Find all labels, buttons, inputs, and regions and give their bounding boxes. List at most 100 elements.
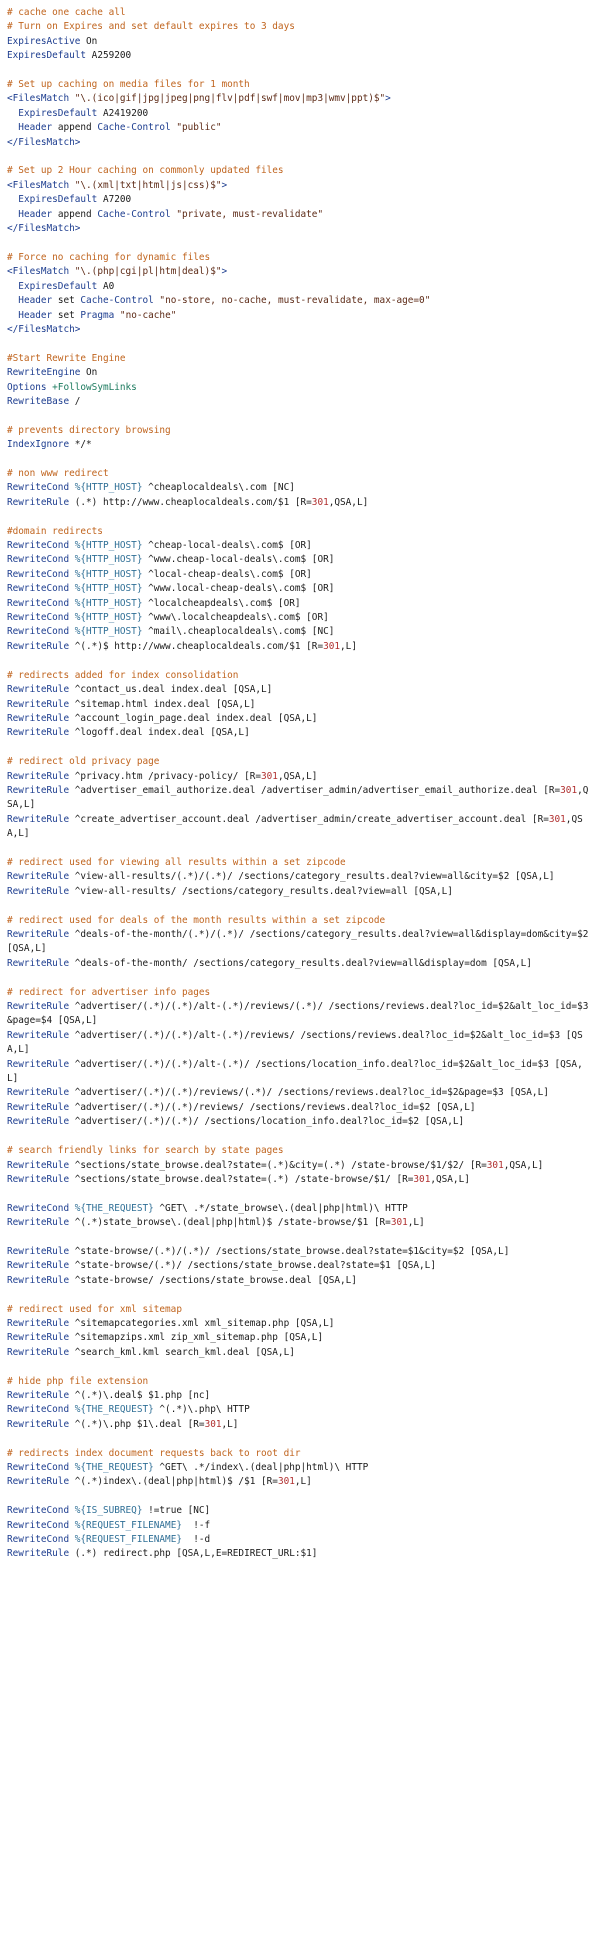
code-token: 301 bbox=[560, 784, 578, 796]
code-token: # redirect for advertiser info pages bbox=[7, 986, 211, 998]
code-token: ^sections/state_browse.deal?state=(.*) /… bbox=[69, 1173, 414, 1185]
code-token: RewriteRule bbox=[7, 770, 70, 782]
code-line: #Start Rewrite Engine bbox=[7, 352, 593, 366]
code-token: ^(.*)\.php\ HTTP bbox=[153, 1404, 250, 1416]
code-token: "\.(php|cgi|pl|htm|deal)$" bbox=[69, 266, 222, 278]
code-token: RewriteRule bbox=[7, 1116, 70, 1128]
code-token: ^state-browse/(.*)/(.*)/ /sections/state… bbox=[69, 1245, 510, 1257]
code-line: </FilesMatch> bbox=[7, 222, 593, 236]
code-line: RewriteRule ^logoff.deal index.deal [QSA… bbox=[7, 726, 593, 740]
code-token: ExpiresActive bbox=[7, 35, 81, 47]
code-token: RewriteCond bbox=[7, 597, 70, 609]
code-token: RewriteCond bbox=[7, 583, 70, 595]
code-token: ^www.cheap-local-deals\.com$ [OR] bbox=[142, 554, 335, 566]
code-line: RewriteRule ^view-all-results/(.*)/(.*)/… bbox=[7, 870, 593, 884]
code-line: RewriteRule ^sections/state_browse.deal?… bbox=[7, 1159, 593, 1173]
code-token: ^(.*)index\.(deal|php|html)$ /$1 [R= bbox=[69, 1476, 278, 1488]
code-token: ^local-cheap-deals\.com$ [OR] bbox=[142, 568, 312, 580]
code-line: # cache one cache all bbox=[7, 6, 593, 20]
code-line: Header set Pragma "no-cache" bbox=[7, 309, 593, 323]
code-token: ^www\.localcheapdeals\.com$ [OR] bbox=[142, 612, 329, 624]
code-token: RewriteRule bbox=[7, 1390, 70, 1401]
code-line: RewriteRule ^search_kml.kml search_kml.d… bbox=[7, 1346, 593, 1360]
code-token: RewriteRule bbox=[7, 684, 70, 696]
code-token: / bbox=[69, 395, 81, 407]
code-token: ^advertiser/(.*)/(.*)/alt-(.*)/reviews/(… bbox=[7, 1001, 589, 1027]
code-token: # redirect used for viewing all results … bbox=[7, 856, 346, 868]
code-token: ^cheaplocaldeals\.com [NC] bbox=[142, 482, 295, 494]
code-line: ExpiresDefault A259200 bbox=[7, 49, 593, 63]
code-line: RewriteCond %{HTTP_HOST} ^www\.localchea… bbox=[7, 611, 593, 625]
code-token: # Set up caching on media files for 1 mo… bbox=[7, 79, 250, 91]
code-line: RewriteBase / bbox=[7, 395, 593, 409]
code-token: RewriteRule bbox=[7, 1087, 70, 1099]
code-token: # redirects added for index consolidatio… bbox=[7, 669, 239, 681]
code-token: ^cheap-local-deals\.com$ [OR] bbox=[142, 540, 312, 552]
code-token: #Start Rewrite Engine bbox=[7, 352, 126, 364]
code-token: </FilesMatch> bbox=[7, 136, 81, 148]
code-token: Header bbox=[18, 208, 53, 220]
code-token: RewriteRule bbox=[7, 1173, 70, 1185]
code-line: </FilesMatch> bbox=[7, 323, 593, 337]
code-token: RewriteEngine bbox=[7, 367, 81, 379]
code-line: # non www redirect bbox=[7, 467, 593, 481]
code-token: ^sitemapcategories.xml xml_sitemap.php [… bbox=[69, 1317, 335, 1329]
code-token: %{THE_REQUEST} bbox=[69, 1404, 154, 1416]
code-token: RewriteRule bbox=[7, 957, 70, 969]
code-token: A7200 bbox=[97, 194, 132, 206]
code-line: Header append Cache-Control "private, mu… bbox=[7, 208, 593, 222]
code-token: ExpiresDefault bbox=[18, 107, 98, 119]
code-token: ^logoff.deal index.deal [QSA,L] bbox=[69, 727, 250, 739]
code-token: ,QSA,L] bbox=[430, 1173, 470, 1185]
code-token: RewriteRule bbox=[7, 1332, 70, 1344]
code-token: ^localcheapdeals\.com$ [OR] bbox=[142, 597, 301, 609]
code-line: RewriteRule ^(.*)index\.(deal|php|html)$… bbox=[7, 1475, 593, 1489]
code-line: </FilesMatch> bbox=[7, 136, 593, 150]
code-line: #domain redirects bbox=[7, 525, 593, 539]
code-token: ,L] bbox=[294, 1476, 312, 1488]
code-line: RewriteCond %{THE_REQUEST} ^GET\ .*/inde… bbox=[7, 1461, 593, 1475]
code-token: ^sitemapzips.xml zip_xml_sitemap.php [QS… bbox=[69, 1332, 324, 1344]
code-line: RewriteCond %{HTTP_HOST} ^www.cheap-loca… bbox=[7, 553, 593, 567]
code-token: Header bbox=[18, 122, 53, 134]
code-token: # Set up 2 Hour caching on commonly upda… bbox=[7, 165, 284, 177]
code-token: # non www redirect bbox=[7, 468, 109, 479]
code-line: RewriteRule ^sitemap.html index.deal [QS… bbox=[7, 698, 593, 712]
code-token: ^sections/state_browse.deal?state=(.*)&c… bbox=[69, 1159, 487, 1171]
code-line: RewriteCond %{HTTP_HOST} ^localcheapdeal… bbox=[7, 597, 593, 611]
code-line: ExpiresActive On bbox=[7, 35, 593, 49]
code-token: RewriteRule bbox=[7, 784, 70, 796]
code-token: ^advertiser_email_authorize.deal /advert… bbox=[69, 784, 561, 796]
code-line: RewriteCond %{THE_REQUEST} ^(.*)\.php\ H… bbox=[7, 1403, 593, 1417]
code-token: RewriteRule bbox=[7, 871, 70, 883]
code-token: ,QSA,L] bbox=[277, 770, 318, 782]
code-token: append bbox=[52, 208, 98, 220]
code-token: </FilesMatch> bbox=[7, 223, 81, 235]
code-token: RewriteRule bbox=[7, 712, 70, 724]
code-token: "no-cache" bbox=[114, 309, 177, 321]
code-token: RewriteCond bbox=[7, 554, 70, 566]
code-token: RewriteCond bbox=[7, 1404, 70, 1416]
code-token: IndexIgnore bbox=[7, 439, 70, 451]
code-token: 301 bbox=[311, 496, 329, 508]
code-token: ^view-all-results/(.*)/(.*)/ /sections/c… bbox=[69, 871, 555, 883]
code-token: "public" bbox=[170, 122, 222, 134]
code-token: Cache-Control bbox=[80, 295, 154, 307]
code-line: # redirect for advertiser info pages bbox=[7, 986, 593, 1000]
code-line: # redirects added for index consolidatio… bbox=[7, 669, 593, 683]
code-token: ^GET\ .*/index\.(deal|php|html)\ HTTP bbox=[153, 1462, 369, 1474]
code-token: RewriteCond bbox=[7, 1534, 70, 1546]
code-token: RewriteRule bbox=[7, 1029, 70, 1041]
code-token: %{HTTP_HOST} bbox=[69, 568, 143, 580]
code-line: # Set up caching on media files for 1 mo… bbox=[7, 78, 593, 92]
code-line: # hide php file extension bbox=[7, 1375, 593, 1389]
code-line: RewriteCond %{HTTP_HOST} ^www.local-chea… bbox=[7, 582, 593, 596]
